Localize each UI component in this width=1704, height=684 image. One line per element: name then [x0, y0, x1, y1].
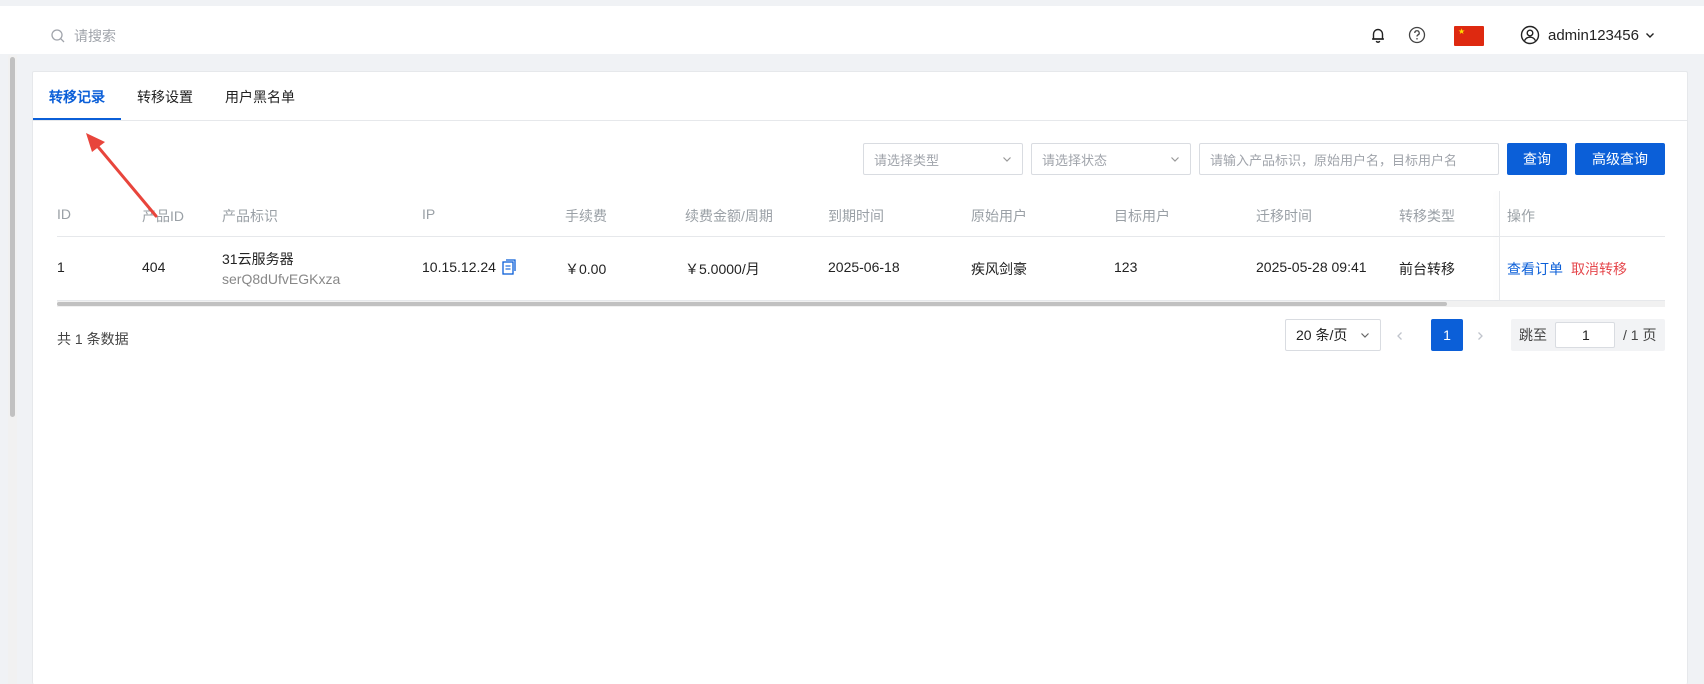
jump-label: 跳至: [1519, 327, 1547, 343]
col-id: ID: [57, 206, 71, 222]
user-circle-icon: [1520, 25, 1540, 45]
cell-renew: ￥5.0000/月: [685, 261, 760, 277]
cell-migrate-time: 2025-05-28 09:41: [1256, 259, 1367, 275]
type-select-placeholder: 请选择类型: [874, 152, 940, 168]
product-code: serQ8dUfvEGKxza: [222, 271, 341, 287]
chevron-down-icon: [1003, 157, 1011, 162]
prev-page-icon[interactable]: [1395, 331, 1405, 341]
product-name: 31云服务器: [222, 251, 294, 267]
col-migrate-time: 迁移时间: [1256, 208, 1312, 224]
copy-icon[interactable]: [502, 259, 516, 275]
page-1-button[interactable]: 1: [1431, 319, 1463, 351]
col-renew: 续费金额/周期: [685, 208, 773, 224]
next-page-icon[interactable]: [1475, 331, 1485, 341]
tab-user-blacklist[interactable]: 用户黑名单: [225, 87, 295, 107]
jump-page-input[interactable]: 1: [1555, 322, 1615, 348]
tab-active-indicator: [33, 118, 121, 120]
total-count: 共 1 条数据: [57, 331, 129, 347]
search-icon: [51, 29, 65, 43]
table-horizontal-scrollbar[interactable]: [57, 301, 1665, 307]
scrollbar-thumb[interactable]: [57, 302, 1447, 306]
table-row: 1 404 31云服务器 serQ8dUfvEGKxza 10.15.12.24…: [57, 237, 1665, 301]
col-from-user: 原始用户: [971, 208, 1027, 224]
tab-bar: 转移记录 转移设置 用户黑名单: [33, 72, 1687, 121]
col-ip: IP: [422, 206, 436, 222]
cancel-transfer-link[interactable]: 取消转移: [1571, 259, 1627, 279]
col-product-tag: 产品标识: [222, 208, 278, 224]
user-name[interactable]: admin123456: [1548, 27, 1639, 44]
cell-ip: 10.15.12.24: [422, 259, 516, 275]
top-header: 请搜索 ★ admin123456: [0, 0, 1704, 54]
cell-to-user: 123: [1114, 259, 1138, 275]
advanced-query-button[interactable]: 高级查询: [1575, 143, 1665, 175]
global-search[interactable]: 请搜索: [50, 26, 116, 46]
annotation-arrow: [86, 133, 158, 218]
cell-from-user: 疾风剑豪: [971, 261, 1027, 277]
scrollbar-thumb[interactable]: [10, 57, 15, 417]
col-actions: 操作: [1507, 208, 1535, 224]
tab-transfer-settings[interactable]: 转移设置: [137, 87, 193, 107]
query-button[interactable]: 查询: [1507, 143, 1567, 175]
bell-icon[interactable]: [1369, 26, 1387, 44]
cell-product-id: 404: [142, 259, 166, 275]
page-jumper: 跳至 1 / 1 页: [1511, 319, 1665, 351]
col-to-user: 目标用户: [1114, 208, 1170, 224]
chevron-down-icon[interactable]: [1645, 30, 1655, 40]
type-select[interactable]: 请选择类型: [863, 143, 1023, 175]
col-fee: 手续费: [565, 208, 607, 224]
cell-product-tag: 31云服务器 serQ8dUfvEGKxza: [222, 249, 340, 289]
cell-transfer-type: 前台转移: [1399, 261, 1455, 277]
page-size-value: 20 条/页: [1296, 327, 1348, 343]
cell-fee: ￥0.00: [565, 261, 607, 277]
table-header: ID 产品ID 产品标识 IP 手续费 续费金额/周期 到期时间 原始用户 目标…: [57, 191, 1665, 237]
user-menu[interactable]: admin123456: [1520, 25, 1655, 45]
chevron-down-icon: [1171, 157, 1179, 162]
status-select-placeholder: 请选择状态: [1042, 152, 1108, 168]
chevron-down-icon: [1361, 333, 1369, 338]
help-icon[interactable]: [1408, 26, 1426, 44]
status-select[interactable]: 请选择状态: [1031, 143, 1191, 175]
main-card: 转移记录 转移设置 用户黑名单 请选择类型 请选择状态 请输入产品标识，原始用户…: [32, 71, 1688, 684]
tab-transfer-records[interactable]: 转移记录: [49, 87, 105, 107]
search-placeholder[interactable]: 请搜索: [74, 26, 116, 46]
cell-id: 1: [57, 259, 65, 275]
page-size-select[interactable]: 20 条/页: [1285, 319, 1381, 351]
col-transfer-type: 转移类型: [1399, 208, 1455, 224]
page-scrollbar[interactable]: [8, 55, 17, 684]
total-pages: / 1 页: [1623, 327, 1657, 343]
view-order-link[interactable]: 查看订单: [1507, 259, 1563, 279]
cell-expire: 2025-06-18: [828, 259, 900, 275]
col-expire: 到期时间: [828, 208, 884, 224]
fixed-column-divider: [1499, 191, 1500, 301]
china-flag-icon[interactable]: ★: [1454, 26, 1484, 46]
ip-value: 10.15.12.24: [422, 259, 496, 275]
keyword-input[interactable]: 请输入产品标识，原始用户名，目标用户名: [1199, 143, 1499, 175]
